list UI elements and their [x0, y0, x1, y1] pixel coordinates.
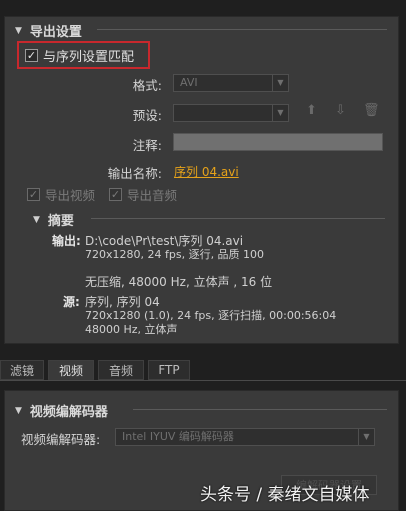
summary-divider — [91, 218, 385, 219]
format-label: 格式: — [132, 78, 162, 93]
match-sequence-highlight: ✓ 与序列设置匹配 — [17, 41, 150, 69]
summary-source-key: 源: — [63, 295, 80, 309]
settings-tabs: 滤镜 视频 音频 FTP — [0, 360, 406, 380]
collapse-triangle-icon[interactable]: ▼ — [33, 215, 40, 225]
export-settings-panel: ▼ 导出设置 ✓ 与序列设置匹配 格式: AVI ▼ 预设: ▼ ⬆ ⇩ 🗑 注… — [4, 16, 399, 344]
tab-filters[interactable]: 滤镜 — [0, 360, 44, 380]
tab-audio[interactable]: 音频 — [98, 360, 144, 380]
header-divider — [97, 29, 387, 30]
comment-input[interactable] — [173, 133, 383, 151]
video-codec-label: 视频编解码器: — [21, 432, 101, 447]
match-sequence-label: 与序列设置匹配 — [43, 49, 135, 65]
format-value: AVI — [180, 76, 198, 89]
export-video-checkbox[interactable]: ✓ — [27, 188, 40, 201]
tab-divider — [0, 380, 406, 381]
video-codec-select[interactable]: Intel IYUV 编码解码器 ▼ — [115, 428, 375, 446]
collapse-triangle-icon[interactable]: ▼ — [15, 26, 22, 36]
export-settings-header[interactable]: ▼ 导出设置 — [15, 21, 82, 40]
video-codec-header[interactable]: ▼ 视频编解码器 — [15, 401, 108, 420]
export-audio-label: 导出音频 — [127, 188, 178, 203]
summary-title: 摘要 — [47, 214, 74, 229]
import-preset-icon[interactable]: ⇩ — [335, 103, 346, 118]
export-audio-checkbox[interactable]: ✓ — [109, 188, 122, 201]
output-name-link[interactable]: 序列 04.avi — [174, 163, 239, 180]
export-settings-title: 导出设置 — [29, 25, 82, 40]
format-select[interactable]: AVI ▼ — [173, 74, 289, 92]
export-video-label: 导出视频 — [45, 188, 96, 203]
watermark: 头条号 / 秦绪文自媒体 — [200, 485, 370, 505]
video-codec-value: Intel IYUV 编码解码器 — [122, 430, 234, 443]
tab-video[interactable]: 视频 — [48, 360, 94, 380]
chevron-down-icon: ▼ — [272, 75, 288, 91]
summary-output-line: 720x1280, 24 fps, 逐行, 品质 100 — [85, 248, 265, 261]
match-sequence-checkbox[interactable]: ✓ — [25, 48, 38, 62]
comment-label: 注释: — [132, 138, 162, 153]
preset-label: 预设: — [132, 108, 162, 123]
delete-preset-icon[interactable]: 🗑 — [363, 103, 380, 118]
export-video-toggle[interactable]: ✓ 导出视频 — [27, 185, 95, 204]
save-preset-icon[interactable]: ⬆ — [306, 103, 317, 118]
chevron-down-icon: ▼ — [358, 429, 374, 445]
preset-select[interactable]: ▼ — [173, 104, 289, 122]
output-name-label: 输出名称: — [107, 166, 162, 181]
codec-divider — [133, 409, 387, 410]
video-codec-title: 视频编解码器 — [29, 405, 108, 420]
summary-output-line: 无压缩, 48000 Hz, 立体声 , 16 位 — [85, 275, 273, 289]
summary-source-line: 48000 Hz, 立体声 — [85, 323, 178, 336]
tab-ftp[interactable]: FTP — [148, 360, 190, 380]
summary-output-key: 输出: — [52, 234, 81, 248]
collapse-triangle-icon[interactable]: ▼ — [15, 406, 22, 416]
export-audio-toggle[interactable]: ✓ 导出音频 — [109, 185, 177, 204]
summary-header[interactable]: ▼ 摘要 — [33, 210, 74, 229]
export-settings-window: ▼ 导出设置 ✓ 与序列设置匹配 格式: AVI ▼ 预设: ▼ ⬆ ⇩ 🗑 注… — [0, 0, 406, 511]
chevron-down-icon: ▼ — [272, 105, 288, 121]
